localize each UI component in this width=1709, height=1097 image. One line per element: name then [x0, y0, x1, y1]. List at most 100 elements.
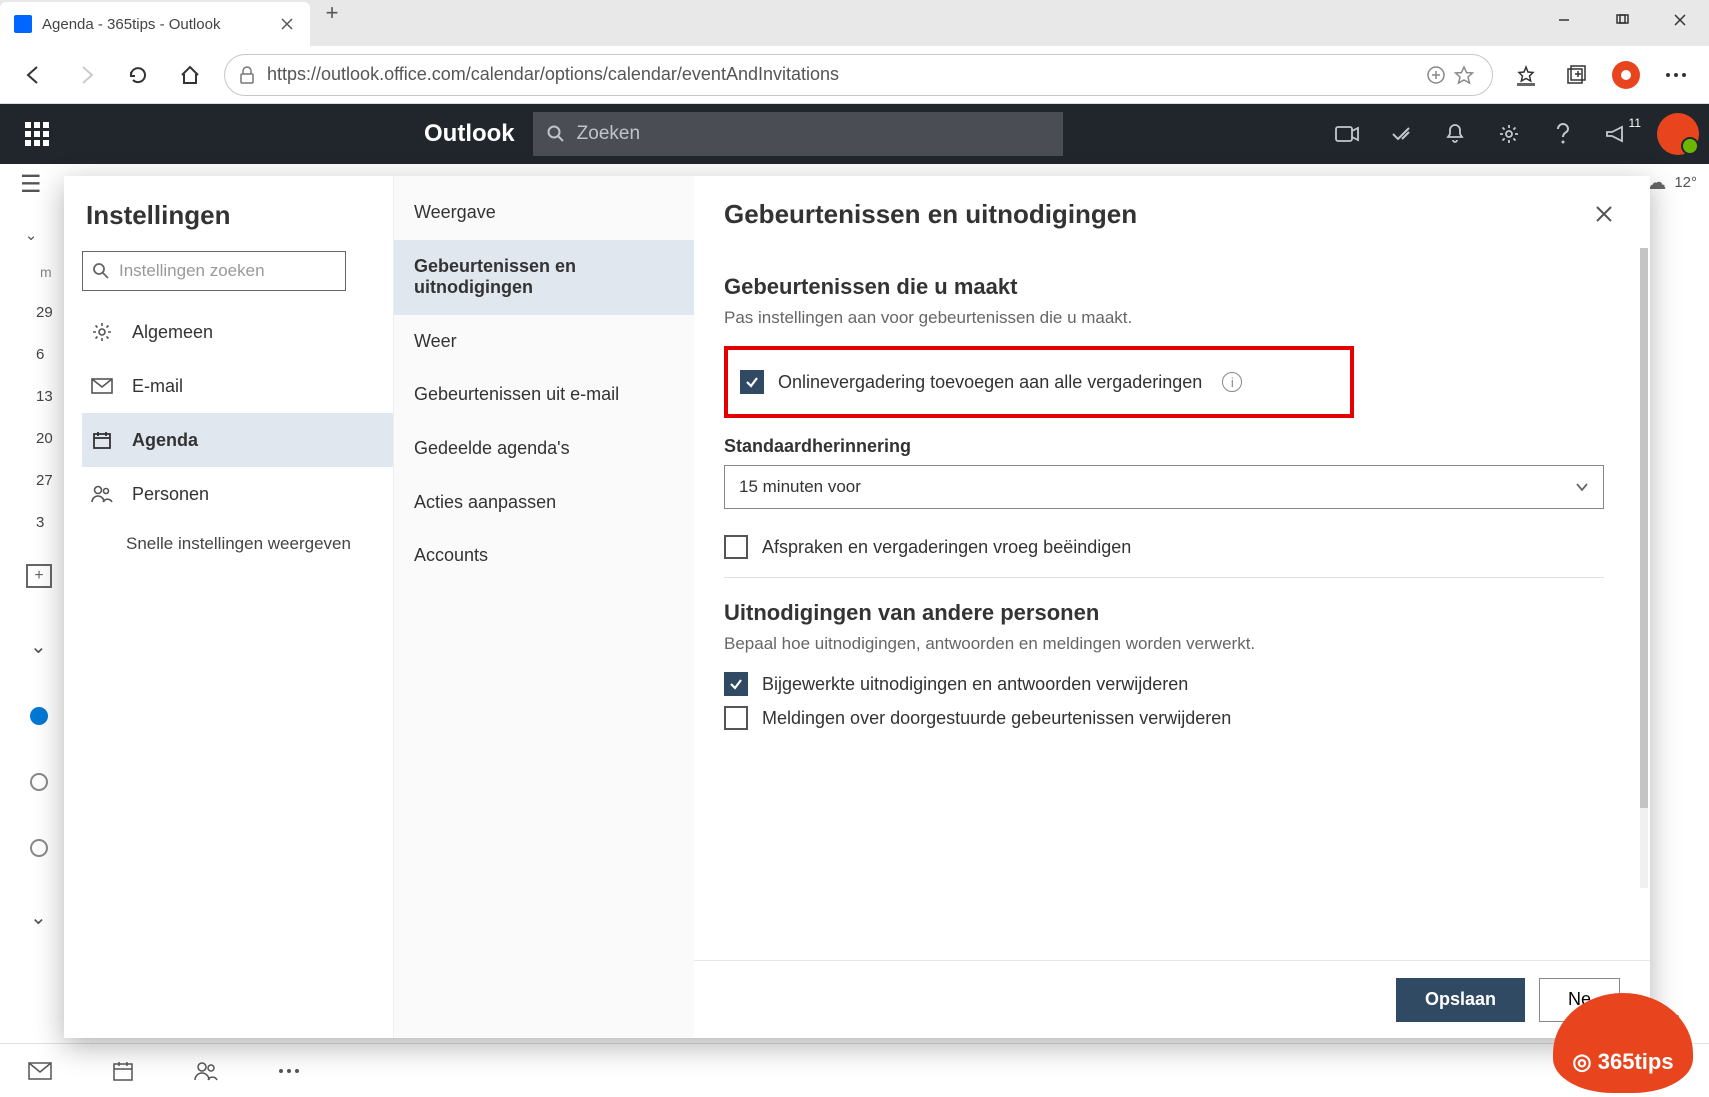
- end-early-label: Afspraken en vergaderingen vroeg beëindi…: [762, 537, 1131, 558]
- o365-search[interactable]: Zoeken: [533, 112, 1063, 156]
- panel-title: Gebeurtenissen en uitnodigingen: [724, 199, 1137, 230]
- calendar-toggle[interactable]: [30, 773, 48, 791]
- delete-forward-checkbox[interactable]: [724, 706, 748, 730]
- refresh-button[interactable]: [112, 49, 164, 101]
- add-calendar-icon[interactable]: +: [26, 564, 52, 588]
- collections-button[interactable]: [1551, 50, 1601, 100]
- category-email[interactable]: E-mail: [82, 359, 393, 413]
- week-num: 3: [36, 514, 53, 556]
- add-page-icon[interactable]: [1422, 65, 1450, 85]
- chevron-down-icon[interactable]: ⌄: [30, 634, 48, 659]
- mail-module-icon[interactable]: [28, 1062, 52, 1080]
- weather-temp: 12°: [1674, 174, 1697, 191]
- category-label: Agenda: [132, 430, 198, 451]
- category-calendar[interactable]: Agenda: [82, 413, 393, 467]
- section-events-you-create: Gebeurtenissen die u maakt Pas instellin…: [724, 274, 1620, 578]
- scrollbar-thumb[interactable]: [1640, 248, 1648, 808]
- new-tab-button[interactable]: +: [310, 0, 354, 26]
- category-people[interactable]: Personen: [82, 467, 393, 521]
- delete-updates-checkbox[interactable]: [724, 672, 748, 696]
- delete-forward-label: Meldingen over doorgestuurde gebeurtenis…: [762, 708, 1231, 729]
- category-label: Personen: [132, 484, 209, 505]
- tips-logo-text: 365tips: [1598, 1049, 1674, 1074]
- section-heading: Uitnodigingen van andere personen: [724, 600, 1620, 626]
- favorites-button[interactable]: [1501, 50, 1551, 100]
- week-num: 29: [36, 304, 53, 346]
- chevron-down-icon[interactable]: ⌄: [30, 905, 48, 930]
- user-avatar[interactable]: [1657, 113, 1699, 155]
- section-description: Pas instellingen aan voor gebeurtenissen…: [724, 308, 1620, 328]
- subnav-view[interactable]: Weergave: [394, 186, 694, 240]
- mail-icon: [90, 378, 114, 394]
- online-meeting-checkbox[interactable]: [740, 370, 764, 394]
- tab-title: Agenda - 365tips - Outlook: [42, 16, 278, 33]
- online-meeting-row: Onlinevergadering toevoegen aan alle ver…: [740, 370, 1338, 394]
- end-early-row: Afspraken en vergaderingen vroeg beëindi…: [724, 535, 1620, 559]
- week-num: 6: [36, 346, 53, 388]
- calendar-toggles: ⌄ ⌄: [30, 634, 48, 930]
- week-num: 27: [36, 472, 53, 514]
- gear-icon: [90, 322, 114, 342]
- home-button[interactable]: [164, 49, 216, 101]
- chevron-down-icon: [1575, 482, 1589, 492]
- section-invitations: Uitnodigingen van andere personen Bepaal…: [724, 600, 1620, 730]
- calendar-module-icon[interactable]: [112, 1060, 134, 1082]
- calendar-toggle[interactable]: [30, 707, 48, 725]
- default-reminder-dropdown[interactable]: 15 minuten voor: [724, 465, 1604, 509]
- delete-updates-row: Bijgewerkte uitnodigingen en antwoorden …: [724, 672, 1620, 696]
- help-icon[interactable]: [1549, 123, 1577, 145]
- settings-gear-icon[interactable]: [1495, 123, 1523, 145]
- highlighted-option: Onlinevergadering toevoegen aan alle ver…: [724, 346, 1354, 418]
- reminder-label: Standaardherinnering: [724, 436, 1620, 457]
- subnav-events[interactable]: Gebeurtenissen en uitnodigingen: [394, 240, 694, 315]
- settings-search-placeholder: Instellingen zoeken: [119, 261, 265, 281]
- subnav-weather[interactable]: Weer: [394, 315, 694, 369]
- maximize-button[interactable]: [1593, 0, 1651, 40]
- category-general[interactable]: Algemeen: [82, 305, 393, 359]
- browser-toolbar: https://outlook.office.com/calendar/opti…: [0, 46, 1709, 104]
- browser-menu-button[interactable]: [1651, 50, 1701, 100]
- scrollbar[interactable]: [1640, 248, 1648, 888]
- favorite-star-icon[interactable]: [1450, 65, 1478, 85]
- announce-icon[interactable]: 11: [1603, 124, 1631, 144]
- subnav-actions[interactable]: Acties aanpassen: [394, 476, 694, 530]
- profile-button[interactable]: [1601, 50, 1651, 100]
- hamburger-icon[interactable]: ☰: [20, 170, 42, 199]
- address-bar[interactable]: https://outlook.office.com/calendar/opti…: [224, 54, 1493, 96]
- todo-icon[interactable]: [1387, 123, 1415, 145]
- people-module-icon[interactable]: [194, 1061, 218, 1081]
- weather-widget[interactable]: ☁ 12°: [1646, 170, 1697, 195]
- notifications-icon[interactable]: [1441, 123, 1469, 145]
- subnav-events-email[interactable]: Gebeurtenissen uit e-mail: [394, 368, 694, 422]
- more-modules-icon[interactable]: [278, 1068, 300, 1074]
- o365-toolbar-right: 11: [1333, 113, 1699, 155]
- chevron-down-icon[interactable]: ⌄: [0, 214, 62, 256]
- close-window-button[interactable]: [1651, 0, 1709, 40]
- browser-titlebar: Agenda - 365tips - Outlook +: [0, 0, 1709, 46]
- bg-caret: ⌄: [0, 214, 62, 256]
- week-num: 13: [36, 388, 53, 430]
- category-label: Algemeen: [132, 322, 213, 343]
- settings-categories: Instellingen Instellingen zoeken Algemee…: [64, 176, 394, 1038]
- forward-button[interactable]: [60, 49, 112, 101]
- calendar-toggle[interactable]: [30, 839, 48, 857]
- divider: [724, 577, 1604, 578]
- back-button[interactable]: [8, 49, 60, 101]
- app-launcher-button[interactable]: [0, 122, 74, 146]
- meet-now-icon[interactable]: [1333, 124, 1361, 144]
- info-icon[interactable]: i: [1222, 372, 1242, 392]
- subnav-accounts[interactable]: Accounts: [394, 529, 694, 583]
- browser-tab[interactable]: Agenda - 365tips - Outlook: [0, 2, 310, 46]
- subnav-shared[interactable]: Gedeelde agenda's: [394, 422, 694, 476]
- delete-forward-row: Meldingen over doorgestuurde gebeurtenis…: [724, 706, 1620, 730]
- end-early-checkbox[interactable]: [724, 535, 748, 559]
- close-dialog-button[interactable]: [1588, 198, 1620, 230]
- quick-settings-link[interactable]: Snelle instellingen weergeven: [82, 521, 393, 555]
- category-label: E-mail: [132, 376, 183, 397]
- minimize-button[interactable]: [1535, 0, 1593, 40]
- calendar-icon: [90, 430, 114, 450]
- settings-search[interactable]: Instellingen zoeken: [82, 251, 346, 291]
- tab-close-icon[interactable]: [278, 15, 296, 33]
- save-button[interactable]: Opslaan: [1396, 978, 1525, 1022]
- month-letter: m: [40, 264, 52, 280]
